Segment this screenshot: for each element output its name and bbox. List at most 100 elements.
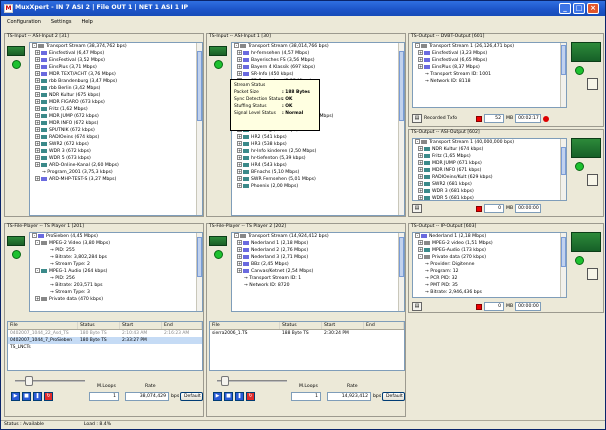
- file-table[interactable]: File Status Start End 0402007_1044_22_Asd_TS…: [7, 321, 203, 371]
- column-header[interactable]: File: [8, 322, 78, 329]
- record-button-icon[interactable]: [476, 303, 482, 310]
- stream-tree[interactable]: - Transport Stream (38,374,762 bps) + Einsf…: [29, 42, 203, 216]
- expand-icon[interactable]: +: [35, 134, 40, 139]
- tree-row[interactable]: → Stream Type: 3: [30, 289, 202, 296]
- tree-row[interactable]: + EinsFestival (3,52 Mbps): [30, 57, 202, 64]
- tree-row[interactable]: + MDR INFO (672 kbps): [30, 120, 202, 127]
- tree-row[interactable]: - Transport Stream 1 (26,126,471 bps): [413, 43, 566, 50]
- save-icon[interactable]: ▤: [412, 302, 422, 311]
- tree-row[interactable]: → Program_2001 (3,75,3 kbps): [30, 169, 202, 176]
- tree-row[interactable]: + EinsPlus (3,71 Mbps): [30, 64, 202, 71]
- expand-icon[interactable]: +: [237, 71, 242, 76]
- collapse-icon[interactable]: -: [415, 233, 420, 238]
- stream-tree[interactable]: - Transport Stream 1 (26,126,471 bps) + Ein…: [412, 42, 567, 108]
- tree-row[interactable]: + ARD-MHP-TEST-S (3,27 Mbps): [30, 176, 202, 183]
- rate-input[interactable]: 38,074,429: [125, 392, 169, 401]
- expand-icon[interactable]: +: [35, 85, 40, 90]
- tree-row[interactable]: + RADIOeins/Kult (629 kbps): [413, 174, 566, 181]
- expand-icon[interactable]: +: [35, 162, 40, 167]
- expand-icon[interactable]: +: [418, 181, 423, 186]
- tree-row[interactable]: + HR2 (541 kbps): [232, 134, 404, 141]
- scrollbar-thumb[interactable]: [197, 237, 202, 277]
- tree-row[interactable]: + MDR INFO (671 kbps): [413, 167, 566, 174]
- tree-row[interactable]: + Canvas/Ketnet (2,54 Mbps): [232, 268, 404, 275]
- tree-row[interactable]: + EinsPlus (8,37 Mbps): [413, 64, 566, 71]
- maximize-button[interactable]: □: [573, 3, 585, 14]
- expand-icon[interactable]: +: [418, 153, 423, 158]
- tree-row[interactable]: + hr-Info kinderen (2,50 Mbps): [232, 148, 404, 155]
- tree-row[interactable]: + WDR 3 (672 kbps): [30, 148, 202, 155]
- column-header[interactable]: Start: [322, 322, 364, 329]
- expand-icon[interactable]: +: [237, 254, 242, 259]
- collapse-icon[interactable]: -: [234, 233, 239, 238]
- vertical-scrollbar[interactable]: [560, 139, 566, 200]
- scrollbar-thumb[interactable]: [399, 237, 404, 277]
- pause-icon[interactable]: ❚: [33, 392, 42, 401]
- tree-row[interactable]: + MDR JUMP (672 kbps): [30, 113, 202, 120]
- tree-row[interactable]: + rbb Berlin (3,42 Mbps): [30, 85, 202, 92]
- expand-icon[interactable]: +: [35, 296, 40, 301]
- tree-row[interactable]: + Einsfestival (6,65 Mbps): [413, 57, 566, 64]
- tree-row[interactable]: + Fritz (1,62 Mbps): [30, 106, 202, 113]
- tree-row[interactable]: + ARD-Online-Kanal (2,60 Mbps): [30, 162, 202, 169]
- tree-row[interactable]: + MDR TEXT/ACHT (3,76 Mbps): [30, 71, 202, 78]
- tree-row[interactable]: - Nederland 1 (2,18 Mbps): [413, 233, 566, 240]
- tree-row[interactable]: + MPEG-2 video (1,51 Mbps): [413, 240, 566, 247]
- vertical-scrollbar[interactable]: [398, 43, 404, 215]
- expand-icon[interactable]: +: [237, 50, 242, 55]
- vertical-scrollbar[interactable]: [560, 233, 566, 297]
- table-row[interactable]: 0402007_1044_22_Asd_TS 180 Byte TS 2:10:43…: [8, 330, 202, 337]
- expand-icon[interactable]: +: [418, 146, 423, 151]
- collapse-icon[interactable]: -: [418, 254, 423, 259]
- expand-icon[interactable]: +: [237, 261, 242, 266]
- collapse-icon[interactable]: -: [32, 43, 37, 48]
- file-table[interactable]: File Status Start End sierra2006_1.TS 188 Byt…: [209, 321, 405, 371]
- tree-row[interactable]: + BFnachs (5,10 Mbps): [232, 169, 404, 176]
- expand-icon[interactable]: +: [418, 174, 423, 179]
- expand-icon[interactable]: +: [35, 120, 40, 125]
- table-row[interactable]: sierra2006_1.TS 188 Byte TS 2:30:24 PM: [210, 330, 404, 337]
- tree-row[interactable]: → PCR PID: 32: [413, 275, 566, 282]
- menu-settings[interactable]: Settings: [51, 19, 72, 25]
- loops-input[interactable]: 1: [89, 392, 119, 401]
- record-stop-icon[interactable]: [476, 115, 482, 122]
- tree-row[interactable]: + SWR2 (681 kbps): [413, 181, 566, 188]
- tree-row[interactable]: + BBz (2,45 Mbps): [232, 261, 404, 268]
- scrollbar-thumb[interactable]: [197, 51, 202, 121]
- tree-row[interactable]: + Einsfestival (3,23 Mbps): [413, 50, 566, 57]
- tree-row[interactable]: + NDR Kultur (674 kbps): [413, 146, 566, 153]
- default-button[interactable]: Default: [180, 392, 203, 401]
- table-row[interactable]: TS_LNCTs: [8, 344, 202, 351]
- tree-row[interactable]: + SPUTNIK (672 kbps): [30, 127, 202, 134]
- expand-icon[interactable]: +: [237, 247, 242, 252]
- expand-icon[interactable]: +: [35, 78, 40, 83]
- expand-icon[interactable]: +: [35, 50, 40, 55]
- vertical-scrollbar[interactable]: [196, 43, 202, 215]
- tree-row[interactable]: + MDR JUMP (671 kbps): [413, 160, 566, 167]
- tree-row[interactable]: + WDR 5 (681 kbps): [413, 195, 566, 200]
- expand-icon[interactable]: +: [35, 57, 40, 62]
- tree-row[interactable]: → Stream Type: 2: [30, 261, 202, 268]
- vertical-scrollbar[interactable]: [560, 43, 566, 107]
- tree-row[interactable]: + Nederland 2 (2,76 Mbps): [232, 247, 404, 254]
- tree-row[interactable]: → Network ID: 8118: [413, 78, 566, 85]
- expand-icon[interactable]: +: [237, 57, 242, 62]
- tree-row[interactable]: → Bitrate: 203,571 bps: [30, 282, 202, 289]
- loop-icon[interactable]: ↻: [44, 392, 53, 401]
- expand-icon[interactable]: +: [418, 188, 423, 193]
- tree-row[interactable]: + Bayern 4 Klassik (697 kbps): [232, 64, 404, 71]
- tree-row[interactable]: - Transport Stream (14,924,412 bps): [232, 233, 404, 240]
- save-icon[interactable]: ▤: [412, 114, 422, 123]
- tree-row[interactable]: + MDR FIGARO (673 kbps): [30, 99, 202, 106]
- stream-tree[interactable]: - Transport Stream (14,924,412 bps) + Neder…: [231, 232, 405, 312]
- minimize-button[interactable]: _: [559, 3, 571, 14]
- tree-row[interactable]: + Phoenix (2,00 Mbps): [232, 183, 404, 190]
- tree-row[interactable]: + WDR 5 (673 kbps): [30, 155, 202, 162]
- record-button-icon[interactable]: [476, 205, 482, 212]
- tree-row[interactable]: + Private data (470 kbps): [30, 296, 202, 303]
- tree-row[interactable]: + hr-fernsehen (4,57 Mbps): [232, 50, 404, 57]
- expand-icon[interactable]: +: [35, 99, 40, 104]
- tree-row[interactable]: → Program: 12: [413, 268, 566, 275]
- tree-row[interactable]: - ProSieben (4,45 Mbps): [30, 233, 202, 240]
- stream-tree[interactable]: - Transport Stream 1 (40,000,000 bps) + NDR…: [412, 138, 567, 201]
